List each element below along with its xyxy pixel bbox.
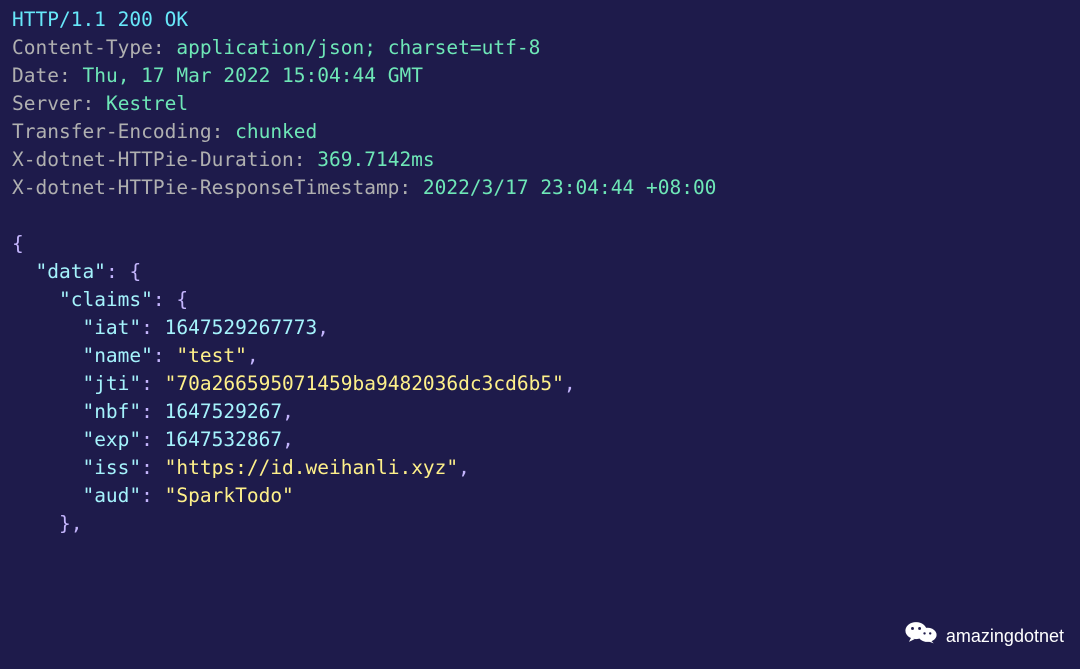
json-line: "iat": 1647529267773, [12,314,1068,342]
header-name: Server [12,92,82,115]
json-number: 1647532867 [165,428,282,451]
json-string: "SparkTodo" [165,484,294,507]
json-line: "name": "test", [12,342,1068,370]
response-body: { "data": { "claims": { "iat": 164752926… [12,230,1068,538]
header-value: 369.7142ms [317,148,434,171]
json-key: "iss" [82,456,141,479]
json-line: "exp": 1647532867, [12,426,1068,454]
json-line: { [12,230,1068,258]
watermark: amazingdotnet [904,619,1064,653]
json-number: 1647529267773 [165,316,318,339]
json-key: "data" [35,260,105,283]
header-sep: : [294,148,306,171]
json-string: "test" [176,344,246,367]
header-sep: : [153,36,165,59]
header-value: Kestrel [106,92,188,115]
header-sep: : [399,176,411,199]
header-sep: : [82,92,94,115]
json-key: "name" [82,344,152,367]
json-line: "iss": "https://id.weihanli.xyz", [12,454,1068,482]
json-line: "claims": { [12,286,1068,314]
header-value: 2022/3/17 23:04:44 +08:00 [423,176,717,199]
header-name: Content-Type [12,36,153,59]
json-key: "jti" [82,372,141,395]
header-value: application/json; charset=utf-8 [176,36,540,59]
response-headers: HTTP/1.1 200 OK Content-Type: application… [12,6,1068,202]
header-sep: : [212,120,224,143]
status-line: HTTP/1.1 200 OK [12,6,1068,34]
header-line: Content-Type: application/json; charset=… [12,34,1068,62]
header-name: X-dotnet-HTTPie-Duration [12,148,294,171]
header-sep: : [59,64,71,87]
json-key: "aud" [82,484,141,507]
json-line: "jti": "70a266595071459ba9482036dc3cd6b5… [12,370,1068,398]
watermark-label: amazingdotnet [946,622,1064,650]
json-number: 1647529267 [165,400,282,423]
json-key: "exp" [82,428,141,451]
json-key: "nbf" [82,400,141,423]
header-name: Date [12,64,59,87]
json-key: "iat" [82,316,141,339]
header-line: Server: Kestrel [12,90,1068,118]
header-name: Transfer-Encoding [12,120,212,143]
header-name: X-dotnet-HTTPie-ResponseTimestamp [12,176,399,199]
terminal-output: HTTP/1.1 200 OK Content-Type: application… [0,0,1080,544]
json-string: "70a266595071459ba9482036dc3cd6b5" [165,372,564,395]
wechat-icon [904,619,938,653]
json-string: "https://id.weihanli.xyz" [165,456,459,479]
json-key: "claims" [59,288,153,311]
json-line: }, [12,510,1068,538]
json-line: "data": { [12,258,1068,286]
header-value: Thu, 17 Mar 2022 15:04:44 GMT [82,64,422,87]
header-line: Date: Thu, 17 Mar 2022 15:04:44 GMT [12,62,1068,90]
header-value: chunked [235,120,317,143]
json-line: "aud": "SparkTodo" [12,482,1068,510]
json-line: "nbf": 1647529267, [12,398,1068,426]
header-line: Transfer-Encoding: chunked [12,118,1068,146]
header-line: X-dotnet-HTTPie-Duration: 369.7142ms [12,146,1068,174]
header-line: X-dotnet-HTTPie-ResponseTimestamp: 2022/… [12,174,1068,202]
status-line-text: HTTP/1.1 200 OK [12,8,188,31]
